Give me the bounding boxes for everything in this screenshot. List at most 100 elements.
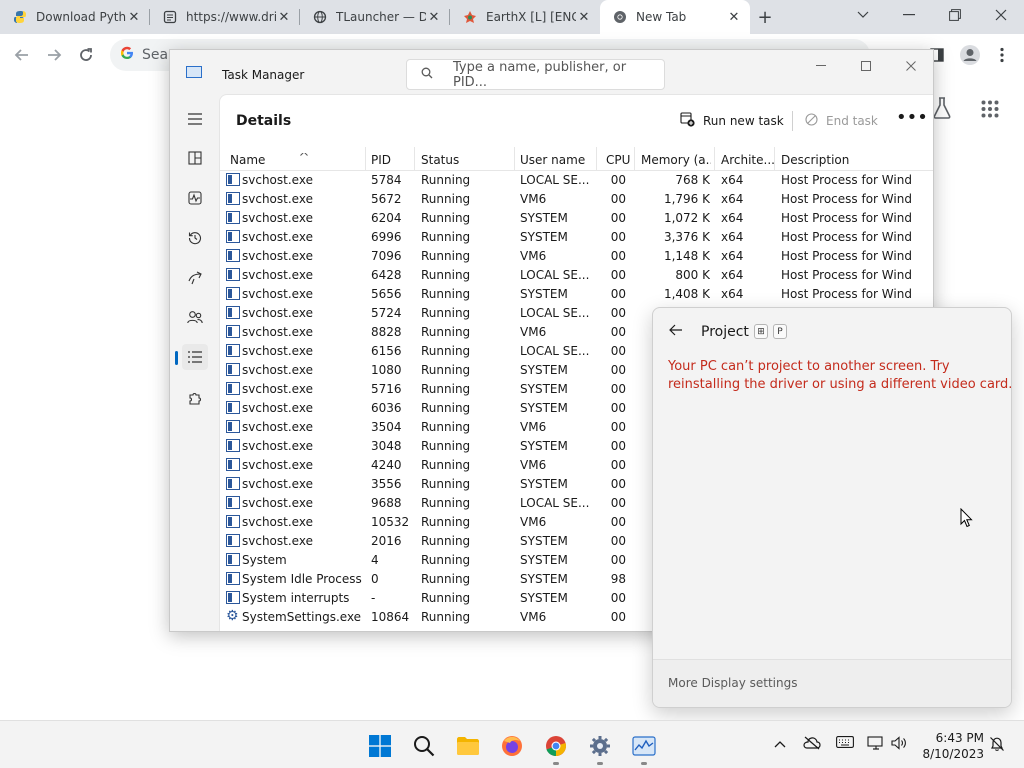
process-pid: -	[371, 591, 376, 605]
tab-search-icon[interactable]	[840, 0, 886, 30]
network-icon[interactable]	[867, 736, 885, 754]
process-pid: 9688	[371, 496, 402, 510]
app-history-icon[interactable]	[182, 225, 208, 251]
column-header-description[interactable]: Description	[781, 153, 921, 167]
column-header-user[interactable]: User name	[520, 153, 594, 167]
earthx-icon	[462, 9, 478, 25]
process-status: Running	[421, 515, 471, 529]
process-name: svchost.exe	[242, 477, 313, 491]
forward-icon[interactable]	[38, 39, 70, 71]
process-user: LOCAL SE...	[520, 344, 590, 358]
column-divider[interactable]	[596, 147, 597, 171]
table-row[interactable]: svchost.exe 5672 Running VM6 00 1,796 K x64 Hos…	[220, 190, 933, 209]
process-user: SYSTEM	[520, 211, 568, 225]
table-row[interactable]: svchost.exe 6996 Running SYSTEM 00 3,376 K x64…	[220, 228, 933, 247]
browser-tab-python[interactable]: Download Pyth ✕	[0, 0, 150, 34]
file-explorer-icon[interactable]	[451, 729, 485, 763]
performance-icon[interactable]	[182, 185, 208, 211]
table-row[interactable]: svchost.exe 6204 Running SYSTEM 00 1,072 K x64…	[220, 209, 933, 228]
process-app-icon	[226, 439, 240, 452]
process-status: Running	[421, 496, 471, 510]
process-memory: 800 K	[675, 268, 710, 282]
details-list-icon[interactable]	[175, 344, 208, 370]
process-status: Running	[421, 534, 471, 548]
column-divider[interactable]	[634, 147, 635, 171]
process-name: svchost.exe	[242, 287, 313, 301]
new-tab-button[interactable]: +	[750, 0, 780, 34]
taskbar-clock[interactable]: 6:43 PM 8/10/2023	[918, 730, 984, 762]
column-header-pid[interactable]: PID	[371, 153, 411, 167]
close-icon[interactable]: ✕	[576, 10, 592, 25]
volume-icon[interactable]	[891, 736, 907, 754]
browser-tab-newtab[interactable]: New Tab ✕	[600, 0, 750, 34]
onedrive-cloud-offline-icon[interactable]	[803, 736, 821, 754]
column-header-name[interactable]: Name	[230, 153, 350, 167]
back-icon[interactable]	[6, 39, 38, 71]
end-task-button[interactable]: End task	[805, 109, 878, 133]
menu-kebab-icon[interactable]	[986, 39, 1018, 71]
process-pid: 4	[371, 553, 379, 567]
process-cpu: 00	[610, 401, 626, 415]
show-hidden-icons-chevron-icon[interactable]	[774, 736, 786, 752]
process-status: Running	[421, 325, 471, 339]
table-row[interactable]: svchost.exe 7096 Running VM6 00 1,148 K x64 Hos…	[220, 247, 933, 266]
restore-icon[interactable]	[932, 0, 978, 30]
profile-avatar-icon[interactable]	[954, 39, 986, 71]
process-description: Host Process for Wind...	[781, 287, 913, 301]
back-arrow-icon[interactable]	[669, 324, 683, 340]
task-manager-search-input[interactable]: Type a name, publisher, or PID...	[406, 59, 665, 90]
reload-icon[interactable]	[70, 39, 102, 71]
column-divider[interactable]	[774, 147, 775, 171]
close-icon[interactable]: ✕	[426, 10, 442, 25]
more-display-settings-link[interactable]: More Display settings	[668, 676, 797, 690]
column-header-status[interactable]: Status	[421, 153, 511, 167]
column-header-memory[interactable]: Memory (a...	[641, 153, 711, 167]
close-icon[interactable]: ✕	[276, 10, 292, 25]
notification-bell-icon[interactable]	[989, 736, 1005, 756]
search-icon[interactable]	[407, 729, 441, 763]
close-icon[interactable]: ✕	[726, 10, 742, 25]
firefox-icon[interactable]	[495, 729, 529, 763]
keyboard-input-icon[interactable]	[836, 736, 854, 752]
chrome-icon[interactable]	[539, 729, 573, 765]
hamburger-menu-icon[interactable]	[182, 106, 208, 132]
labs-flask-icon[interactable]	[933, 97, 951, 122]
table-row[interactable]: svchost.exe 5656 Running SYSTEM 00 1,408 K x64…	[220, 285, 933, 304]
close-icon[interactable]: ✕	[126, 10, 142, 25]
table-row[interactable]: svchost.exe 6428 Running LOCAL SE... 00 800 K…	[220, 266, 933, 285]
tab-title: Download Pyth	[36, 10, 126, 24]
browser-tab-tlauncher[interactable]: TLauncher — D ✕	[300, 0, 450, 34]
browser-tab-earthx[interactable]: EarthX [L] [ENG ✕	[450, 0, 600, 34]
minimize-icon[interactable]	[886, 0, 932, 30]
users-icon[interactable]	[182, 304, 208, 330]
task-manager-titlebar[interactable]: Task Manager Type a name, publisher, or …	[170, 50, 933, 94]
task-manager-icon[interactable]	[627, 729, 661, 765]
browser-tab-dri[interactable]: https://www.dri ✕	[150, 0, 300, 34]
table-row[interactable]: svchost.exe 5784 Running LOCAL SE... 00 768 K…	[220, 171, 933, 190]
process-name: svchost.exe	[242, 458, 313, 472]
process-pid: 2016	[371, 534, 402, 548]
minimize-icon[interactable]	[798, 54, 843, 78]
process-cpu: 00	[610, 287, 626, 301]
process-status: Running	[421, 477, 471, 491]
column-divider[interactable]	[714, 147, 715, 171]
process-status: Running	[421, 306, 471, 320]
maximize-icon[interactable]	[843, 54, 888, 78]
close-icon[interactable]	[888, 54, 933, 78]
more-options-icon[interactable]: •••	[896, 107, 928, 131]
startup-apps-icon[interactable]	[182, 265, 208, 291]
services-puzzle-icon[interactable]	[182, 385, 208, 411]
run-new-task-button[interactable]: Run new task	[680, 109, 784, 133]
window-close-icon[interactable]	[978, 0, 1024, 30]
column-header-architecture[interactable]: Archite...	[721, 153, 775, 167]
windows-start-icon[interactable]	[363, 729, 397, 763]
process-cpu: 00	[610, 534, 626, 548]
process-app-icon	[226, 553, 240, 566]
apps-grid-icon[interactable]	[981, 100, 999, 121]
column-divider[interactable]	[414, 147, 415, 171]
column-divider[interactable]	[365, 147, 366, 171]
column-header-cpu[interactable]: CPU	[606, 153, 636, 167]
processes-icon[interactable]	[182, 145, 208, 171]
settings-gear-icon[interactable]	[583, 729, 617, 765]
column-divider[interactable]	[514, 147, 515, 171]
